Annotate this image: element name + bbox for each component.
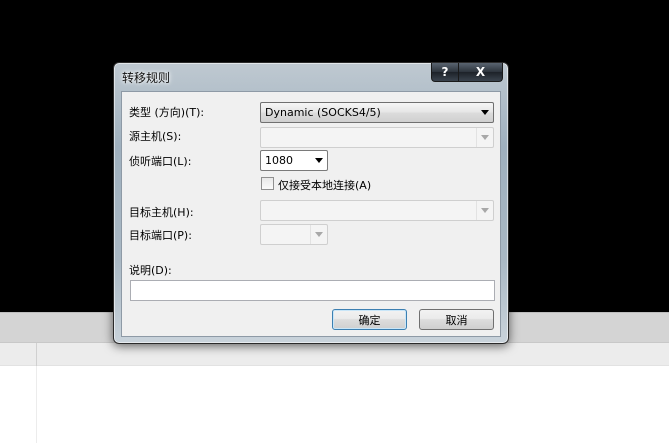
column-divider (36, 343, 37, 367)
listen-port-label: 侦听端口(L): (129, 155, 192, 168)
local-only-checkbox[interactable] (261, 177, 274, 190)
background-list-area (0, 366, 669, 443)
forwarding-rule-dialog: 转移规则 ? X 类型 (方向)(T): Dynamic (SOCKS4/5) … (113, 62, 509, 344)
dialog-title: 转移规则 (122, 71, 171, 85)
source-host-label: 源主机(S): (129, 130, 182, 143)
listen-port-combo[interactable]: 1080 (260, 150, 328, 171)
dialog-titlebar[interactable]: 转移规则 ? X (114, 63, 508, 87)
close-button[interactable]: X (459, 63, 503, 82)
chevron-down-icon (315, 232, 323, 237)
type-dropdown[interactable]: Dynamic (SOCKS4/5) (260, 102, 494, 123)
description-input[interactable] (130, 280, 495, 301)
ok-button[interactable]: 确定 (332, 309, 407, 330)
column-divider (36, 366, 37, 443)
listen-port-value: 1080 (265, 154, 293, 167)
type-dropdown-value: Dynamic (SOCKS4/5) (265, 106, 381, 119)
chevron-down-icon (481, 208, 489, 213)
source-host-combo[interactable] (260, 127, 494, 148)
chevron-down-icon (315, 158, 323, 163)
background-list-header (0, 342, 669, 367)
target-host-combo[interactable] (260, 200, 494, 221)
chevron-down-icon (481, 110, 489, 115)
description-label: 说明(D): (129, 264, 172, 277)
target-host-label: 目标主机(H): (129, 206, 194, 219)
target-port-label: 目标端口(P): (129, 229, 192, 242)
help-icon: ? (441, 65, 449, 79)
dialog-client-area: 类型 (方向)(T): Dynamic (SOCKS4/5) 源主机(S): 侦… (121, 91, 501, 337)
cancel-button[interactable]: 取消 (419, 309, 494, 330)
local-only-label[interactable]: 仅接受本地连接(A) (278, 177, 371, 193)
caption-buttons: ? X (431, 63, 503, 83)
close-icon: X (475, 65, 486, 79)
chevron-down-icon (481, 135, 489, 140)
type-label: 类型 (方向)(T): (129, 106, 205, 119)
target-port-combo[interactable] (260, 224, 328, 245)
help-button[interactable]: ? (431, 63, 459, 82)
